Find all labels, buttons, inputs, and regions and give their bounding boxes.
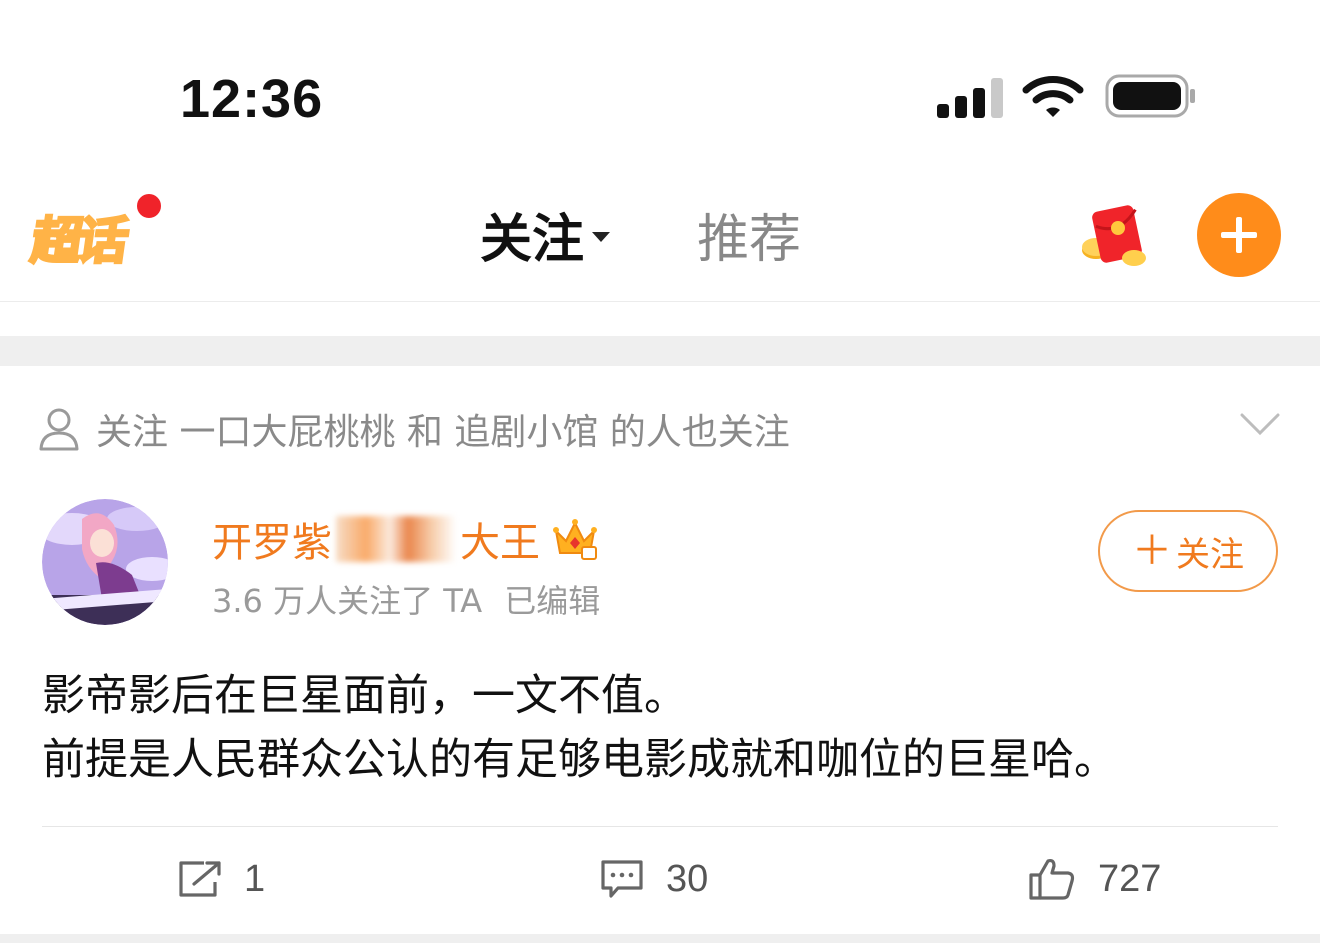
person-icon: [39, 408, 79, 451]
tab-follow-label: 关注: [480, 210, 585, 270]
follow-button[interactable]: ＋ 关注: [1098, 510, 1278, 592]
follow-button-label: 关注: [1176, 534, 1244, 575]
status-bar: 12:36: [0, 0, 1320, 170]
like-button[interactable]: 727: [1028, 854, 1161, 904]
author-name[interactable]: 开罗紫 大王: [212, 510, 598, 568]
cellular-signal-icon: [937, 78, 1003, 118]
section-divider: [0, 336, 1320, 366]
follow-plus: ＋: [1132, 528, 1172, 574]
tab-recommend[interactable]: 推荐: [697, 210, 801, 270]
status-time: 12:36: [180, 69, 324, 129]
wifi-icon: [1022, 76, 1084, 117]
author-meta: 3.6 万人关注了 TA 已编辑: [212, 576, 600, 622]
author-name-suffix: 大王: [460, 520, 540, 566]
battery-icon: [1105, 74, 1195, 118]
like-count: 727: [1098, 857, 1162, 900]
red-packet-icon[interactable]: [1074, 200, 1150, 272]
supertopic-logo-text: 超话: [26, 211, 129, 272]
thumbs-up-icon: [1029, 858, 1075, 900]
redacted-name-segment: [336, 516, 456, 562]
comment-count: 30: [666, 857, 709, 900]
bottom-divider: [0, 934, 1320, 943]
share-icon: [179, 861, 221, 897]
chevron-down-icon[interactable]: [592, 232, 611, 242]
crown-badge-icon: [553, 519, 597, 560]
notification-dot: [135, 192, 163, 220]
edited-label: 已编辑: [504, 582, 601, 620]
post-content-line: 前提是人民群众公认的有足够电影成就和咖位的巨星哈。: [42, 735, 1117, 785]
author-name-prefix: 开罗紫: [212, 520, 332, 566]
actions-divider: [42, 826, 1278, 827]
recommendation-reason: 关注 一口大屁桃桃 和 追剧小馆 的人也关注: [38, 404, 790, 454]
tab-recommend-label: 推荐: [697, 210, 802, 270]
comment-icon: [601, 860, 643, 898]
share-button[interactable]: 1: [178, 854, 265, 904]
tab-follow[interactable]: 关注: [476, 210, 611, 270]
recommendation-text: 关注 一口大屁桃桃 和 追剧小馆 的人也关注: [96, 412, 790, 453]
top-navigation: 超话 关注 推荐: [0, 170, 1320, 302]
post-content: 影帝影后在巨星面前，一文不值。 前提是人民群众公认的有足够电影成就和咖位的巨星哈…: [42, 664, 1282, 792]
post-content-line: 影帝影后在巨星面前，一文不值。: [42, 671, 687, 721]
avatar[interactable]: [42, 499, 168, 625]
comment-button[interactable]: 30: [600, 854, 708, 904]
share-count: 1: [244, 857, 266, 900]
post-card: 关注 一口大屁桃桃 和 追剧小馆 的人也关注 开罗紫 大王 3.6 万人关注了 …: [0, 366, 1320, 934]
supertopic-logo[interactable]: 超话: [26, 210, 142, 272]
compose-plus-button[interactable]: [1197, 193, 1281, 277]
chevron-down-icon[interactable]: [1240, 412, 1280, 436]
followers-count: 3.6 万人关注了 TA: [212, 582, 483, 620]
